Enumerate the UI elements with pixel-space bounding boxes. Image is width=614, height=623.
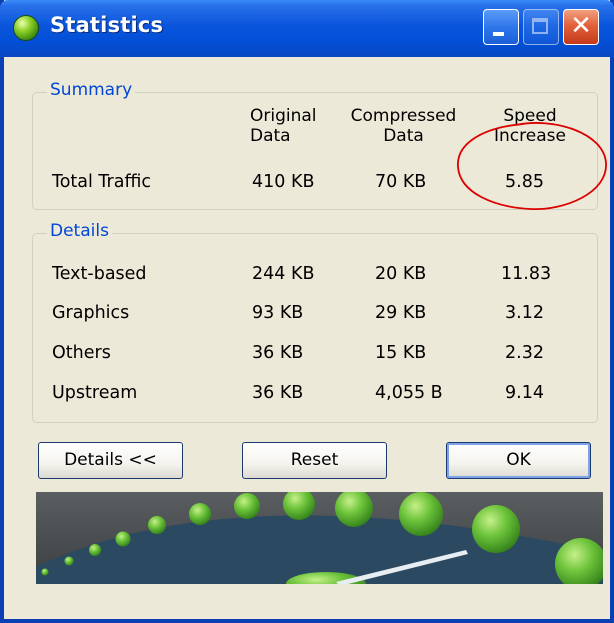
header-compressed-line2: Data [383, 126, 424, 146]
header-original-line2: Data [250, 126, 291, 146]
gauge-dot [189, 503, 211, 525]
details-legend: Details [47, 221, 112, 241]
row-original: 36 KB [252, 343, 304, 363]
window-title: Statistics [50, 13, 164, 37]
row-compressed: 20 KB [375, 264, 427, 284]
row-compressed: 29 KB [375, 303, 427, 323]
close-glyph: ✕ [570, 11, 592, 41]
total-traffic-compressed: 70 KB [375, 172, 427, 192]
row-original: 93 KB [252, 303, 304, 323]
row-label: Others [52, 343, 111, 363]
header-original: Original Data [250, 106, 330, 146]
gauge-dot [64, 556, 74, 566]
details-toggle-button[interactable]: Details << [38, 442, 183, 479]
app-icon [14, 16, 38, 40]
ok-button[interactable]: OK [446, 442, 591, 479]
row-label: Text-based [52, 264, 147, 284]
gauge-dot [399, 492, 443, 536]
gauge-dot [41, 568, 49, 576]
header-original-line1: Original [250, 106, 317, 126]
header-compressed-line1: Compressed [350, 106, 457, 126]
annotation-circle [457, 122, 607, 210]
gauge-dot [89, 544, 101, 556]
gauge-dot [115, 531, 131, 547]
summary-legend: Summary [47, 80, 136, 100]
row-original: 36 KB [252, 383, 304, 403]
annotation-stroke [457, 122, 607, 210]
speedometer-banner [36, 492, 603, 584]
total-traffic-original: 410 KB [252, 172, 315, 192]
maximize-icon [523, 9, 559, 45]
gauge-dot [234, 493, 260, 519]
row-speed: 3.12 [505, 303, 544, 323]
gauge-dot [148, 516, 166, 534]
header-compressed: Compressed Data [346, 106, 461, 146]
row-speed: 2.32 [505, 343, 544, 363]
row-label: Graphics [52, 303, 130, 323]
row-compressed: 15 KB [375, 343, 427, 363]
reset-button[interactable]: Reset [242, 442, 387, 479]
total-traffic-label: Total Traffic [52, 172, 152, 192]
row-compressed: 4,055 B [375, 383, 443, 403]
row-speed: 9.14 [505, 383, 544, 403]
close-icon[interactable]: ✕ [563, 9, 599, 45]
gauge-dot [472, 505, 520, 553]
row-original: 244 KB [252, 264, 315, 284]
row-label: Upstream [52, 383, 138, 403]
row-speed: 11.83 [501, 264, 552, 284]
minimize-icon[interactable] [483, 9, 519, 45]
title-bar[interactable]: Statistics ✕ [0, 0, 614, 57]
